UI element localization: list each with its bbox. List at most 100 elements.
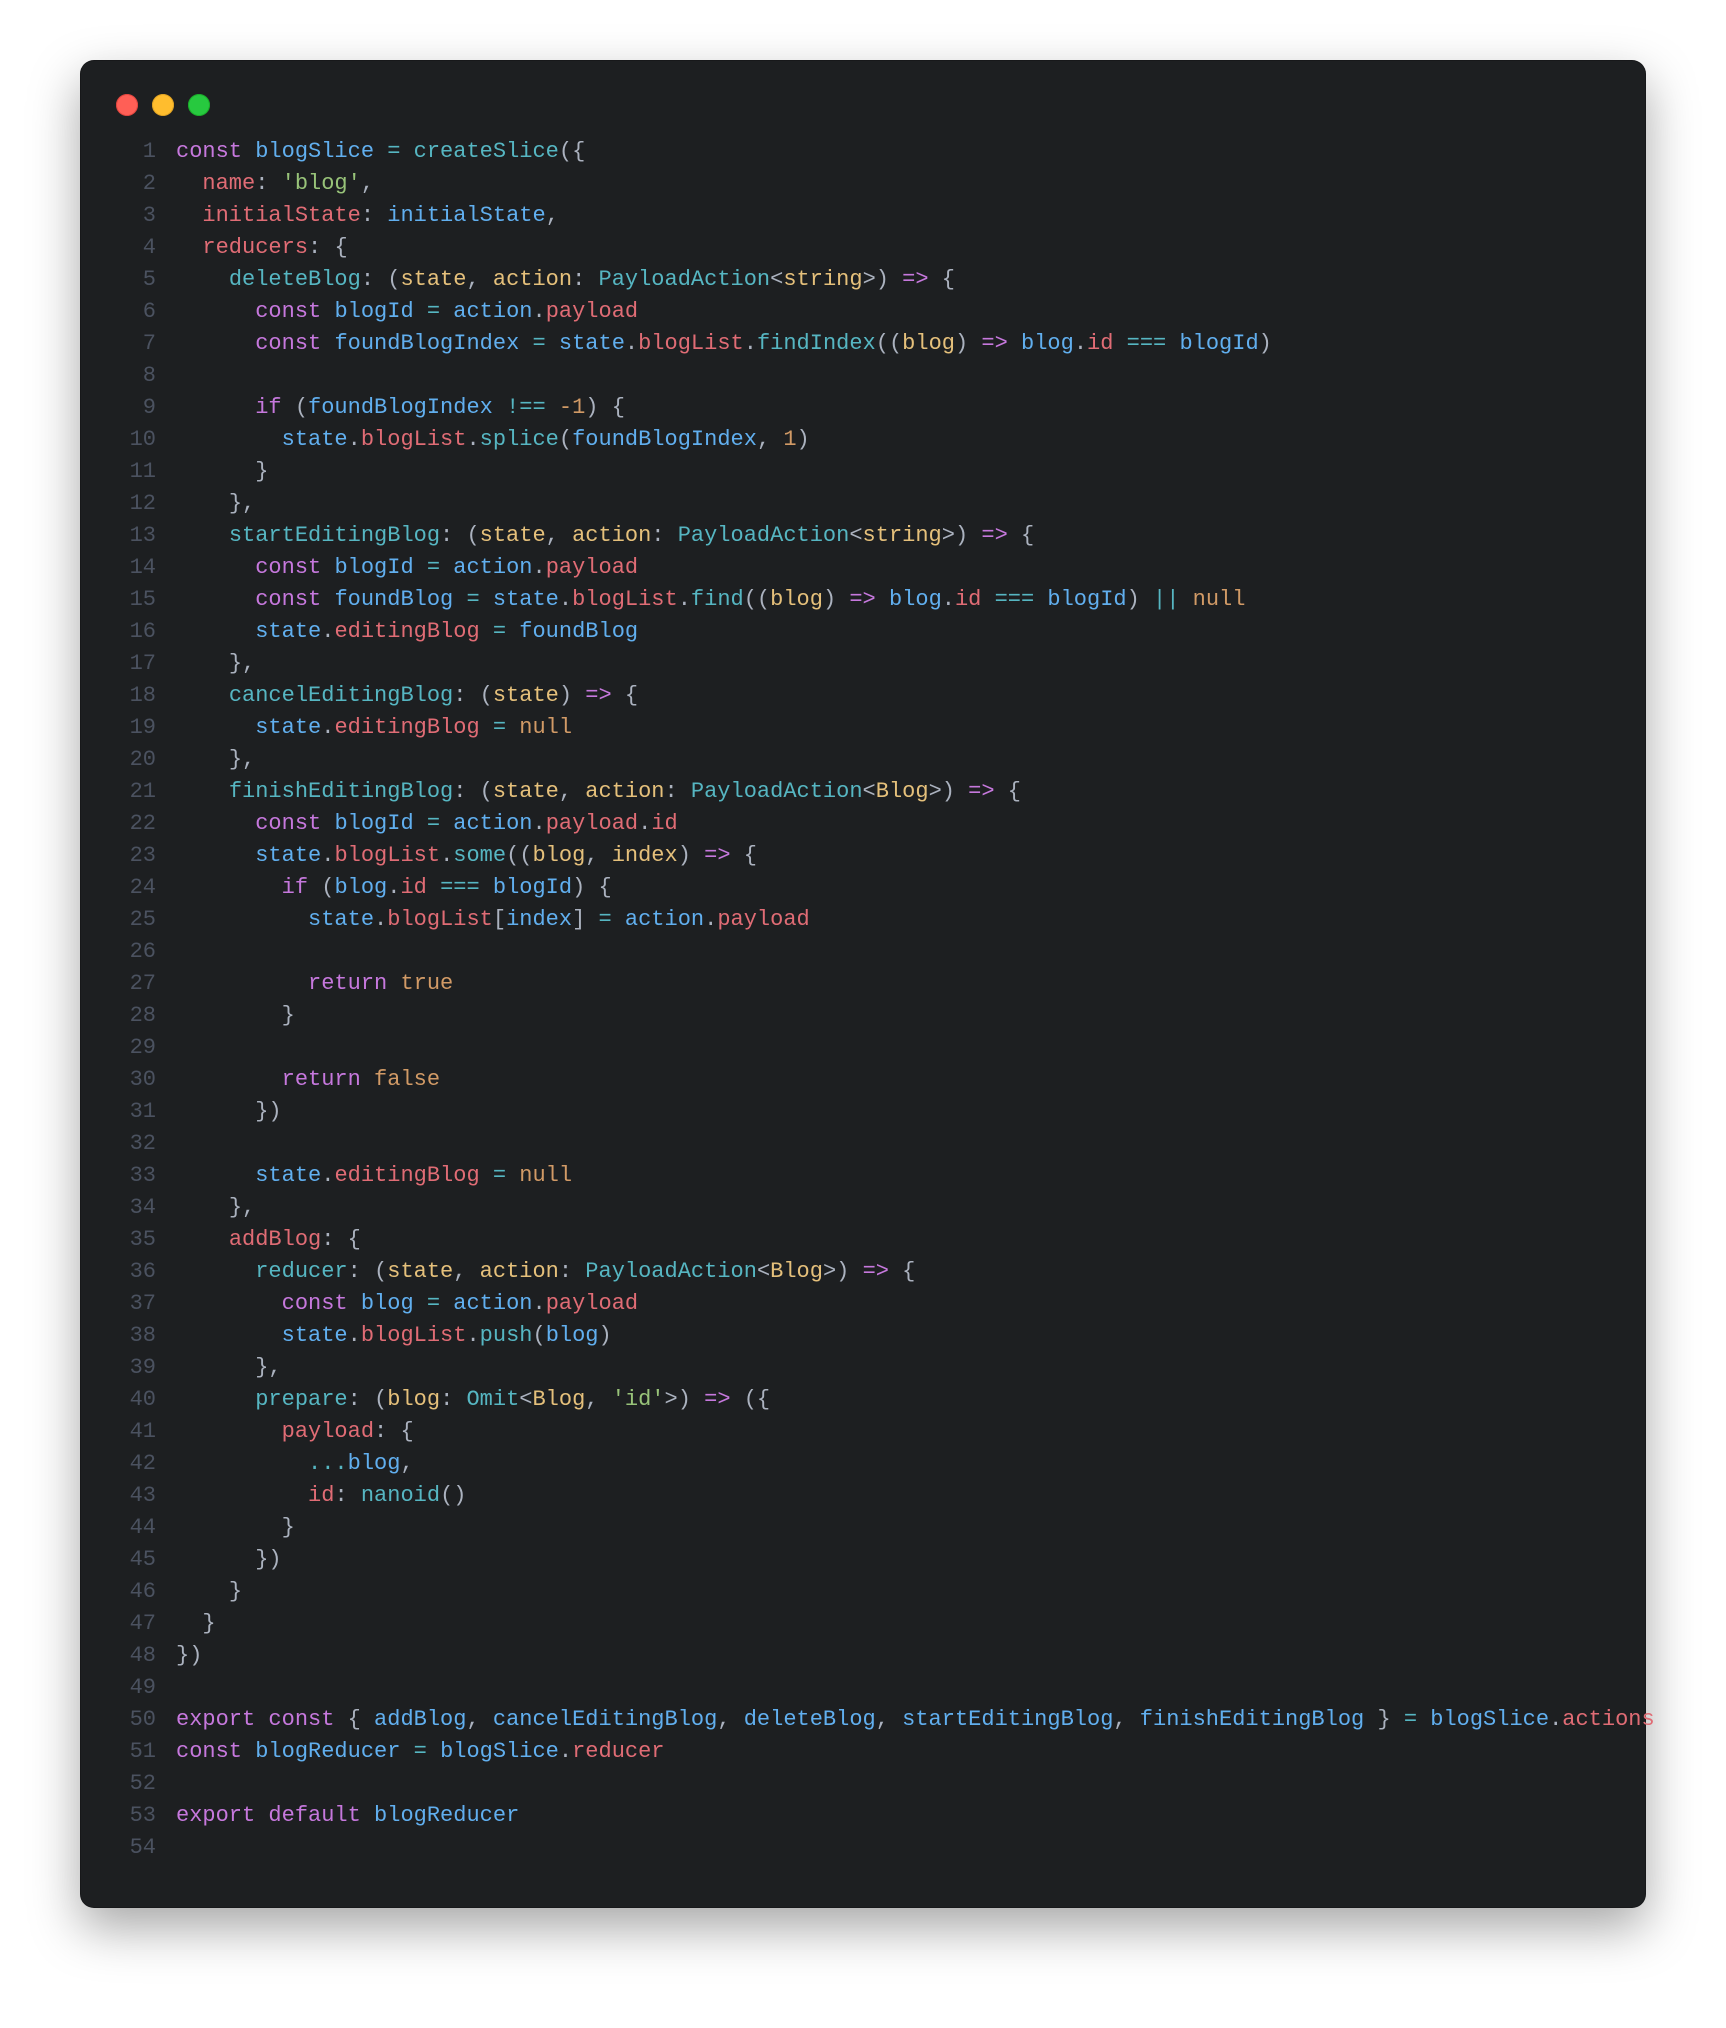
traffic-lights [108,88,1612,136]
kw-const: const [255,299,321,324]
type-string: string [863,523,942,548]
id-finisheditingblog: finishEditingBlog [1140,1707,1364,1732]
punct: { [612,395,625,420]
var-foundindex: foundBlogIndex [334,331,519,356]
code-content: const blogSlice = createSlice({ name: 'b… [176,136,1655,1864]
kw-if: if [282,875,308,900]
code-area: 1 2 3 4 5 6 7 8 9 10 11 12 13 14 15 16 1… [108,136,1612,1864]
punct: : [334,1483,347,1508]
punct: . [348,1323,361,1348]
id-starteditingblog: startEditingBlog [902,1707,1113,1732]
kw-export: export [176,1803,255,1828]
prop-id: id [1087,331,1113,356]
param-action: action [572,523,651,548]
type-blog: Blog [532,1387,585,1412]
punct: . [532,555,545,580]
punct: ) [1127,587,1140,612]
line-number: 12 [130,491,156,516]
id-blog: blog [889,587,942,612]
id-state: state [282,427,348,452]
id-state: state [282,1323,348,1348]
prop-id: id [955,587,981,612]
punct: . [942,587,955,612]
punct: }, [229,747,255,772]
param-state: state [400,267,466,292]
type-payloadaction: PayloadAction [691,779,863,804]
id-state: state [255,619,321,644]
line-number: 40 [130,1387,156,1412]
fn-splice: splice [480,427,559,452]
prop-finisheditingblog: finishEditingBlog [229,779,453,804]
punct: . [678,587,691,612]
punct: ( [321,875,334,900]
line-number: 20 [130,747,156,772]
id-blog: blog [1021,331,1074,356]
prop-bloglist: blogList [334,843,440,868]
id-state: state [255,843,321,868]
op-eq: = [427,555,440,580]
type-blog: Blog [876,779,929,804]
prop-payload: payload [546,811,638,836]
punct: ) [823,587,836,612]
line-number: 38 [130,1323,156,1348]
line-number: 17 [130,651,156,676]
var-blog: blog [361,1291,414,1316]
prop-deleteblog: deleteBlog [229,267,361,292]
param-blog: blog [387,1387,440,1412]
punct: : [665,779,678,804]
var-foundblog: foundBlog [334,587,453,612]
param-state: state [493,683,559,708]
punct: , [757,427,770,452]
op-eq: = [427,811,440,836]
punct: ) [572,875,585,900]
punct: : [374,1419,387,1444]
op-eqeqeq: === [995,587,1035,612]
kw-if: if [255,395,281,420]
id-state: state [559,331,625,356]
prop-bloglist: blogList [361,1323,467,1348]
line-number: 5 [143,267,156,292]
op-eq: = [532,331,545,356]
op-spread: ... [308,1451,348,1476]
line-number: 8 [143,363,156,388]
line-number: 41 [130,1419,156,1444]
punct: { [942,267,955,292]
line-number: 39 [130,1355,156,1380]
line-number: 37 [130,1291,156,1316]
close-icon [116,94,138,116]
punct: (( [876,331,902,356]
op-eq: = [414,1739,427,1764]
param-blog: blog [770,587,823,612]
punct: }) [176,1643,202,1668]
punct: (( [506,843,532,868]
line-number: 33 [130,1163,156,1188]
str-id: 'id' [612,1387,665,1412]
punct: . [440,843,453,868]
punct: . [321,715,334,740]
punct: ( [374,1387,387,1412]
punct: } [229,1579,242,1604]
kw-const: const [176,139,242,164]
page: 1 2 3 4 5 6 7 8 9 10 11 12 13 14 15 16 1… [0,0,1726,2028]
line-number: 32 [130,1131,156,1156]
punct: >) [665,1387,691,1412]
line-number: 28 [130,1003,156,1028]
op-eq: = [1404,1707,1417,1732]
punct: . [321,1163,334,1188]
minimize-icon [152,94,174,116]
punct: : [559,1259,572,1284]
line-number: 43 [130,1483,156,1508]
op-eq: = [427,299,440,324]
punct: [ [493,907,506,932]
id-action: action [453,555,532,580]
punct: , [453,1259,466,1284]
arrow: => [863,1259,889,1284]
op-oror: || [1153,587,1179,612]
line-number: 19 [130,715,156,740]
prop-bloglist: blogList [387,907,493,932]
id-index: index [506,907,572,932]
line-number: 36 [130,1259,156,1284]
punct: ) [1259,331,1272,356]
id-foundindex: foundBlogIndex [308,395,493,420]
punct: ( [480,779,493,804]
